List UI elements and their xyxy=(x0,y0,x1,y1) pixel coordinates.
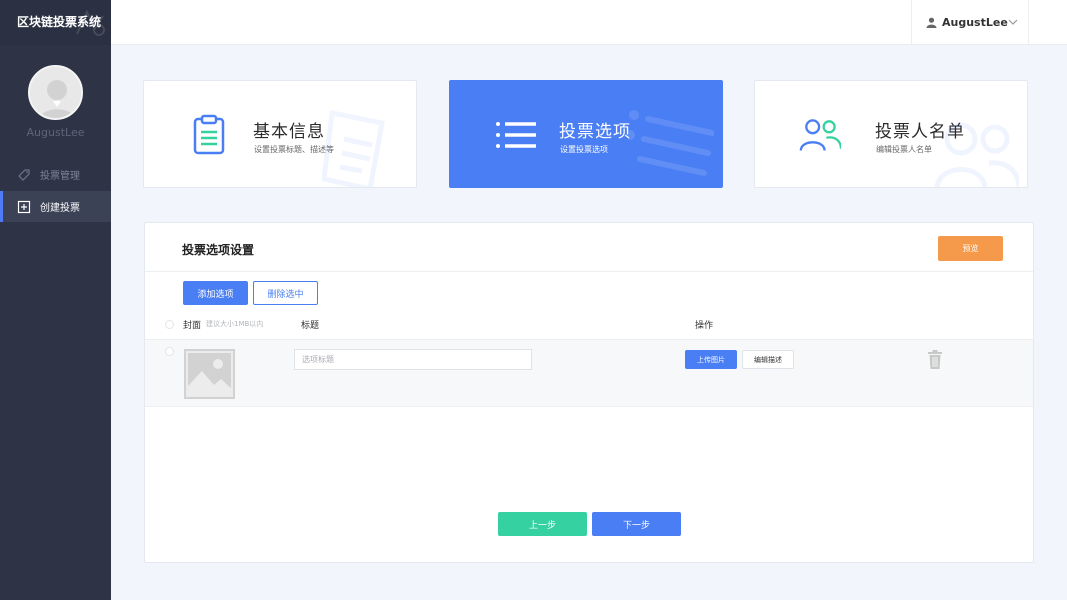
top-header: AugustLee xyxy=(111,0,1067,45)
previous-step-button[interactable]: 上一步 xyxy=(498,512,587,536)
sidebar-item-label: 投票管理 xyxy=(40,171,80,182)
column-header-operations: 操作 xyxy=(695,321,714,331)
step-title: 基本信息 xyxy=(253,122,325,142)
clipboard-icon xyxy=(193,114,225,155)
app-title-bar: 区块链投票系统 xyxy=(0,0,111,45)
sidebar: 区块链投票系统 AugustLee 投票管理 创建投票 xyxy=(0,0,111,600)
sidebar-item-label: 创建投票 xyxy=(40,203,80,214)
column-header-title: 标题 xyxy=(301,321,320,331)
list-watermark-icon xyxy=(628,110,714,176)
username: AugustLee xyxy=(942,16,1008,29)
trash-icon[interactable] xyxy=(927,350,943,369)
users-watermark-icon xyxy=(934,122,1019,187)
user-menu[interactable]: AugustLee xyxy=(911,0,1029,45)
preview-button[interactable]: 预览 xyxy=(938,236,1003,261)
step-card-vote-options[interactable]: 投票选项 设置投票选项 xyxy=(449,80,723,188)
sidebar-item-vote-management[interactable]: 投票管理 xyxy=(0,159,111,190)
step-subtitle: 设置投票选项 xyxy=(560,145,608,154)
chevron-down-icon xyxy=(1008,19,1018,25)
user-icon xyxy=(926,17,937,28)
column-header-cover: 封面 xyxy=(183,321,202,331)
step-subtitle: 编辑投票人名单 xyxy=(876,145,932,154)
document-watermark-icon xyxy=(322,110,385,187)
panel-title: 投票选项设置 xyxy=(182,243,255,257)
sidebar-item-create-vote[interactable]: 创建投票 xyxy=(0,191,111,222)
user-avatar-icon xyxy=(30,67,81,118)
step-card-voter-list[interactable]: 投票人名单 编辑投票人名单 xyxy=(754,80,1028,188)
vote-options-panel: 投票选项设置 预览 添加选项 删除选中 封面 建议大小1MB以内 标题 操作 上… xyxy=(144,222,1034,563)
plus-square-icon xyxy=(17,200,31,213)
next-step-button[interactable]: 下一步 xyxy=(592,512,681,536)
option-title-input[interactable] xyxy=(294,349,532,370)
delete-selected-button[interactable]: 删除选中 xyxy=(253,281,318,305)
step-card-basic-info[interactable]: 基本信息 设置投票标题、描述等 xyxy=(143,80,417,188)
image-placeholder-icon xyxy=(184,349,235,399)
table-row: 上传图片 编辑描述 xyxy=(145,339,1033,407)
step-title: 投票选项 xyxy=(559,122,631,142)
tag-icon xyxy=(18,168,30,181)
cover-image-placeholder[interactable] xyxy=(184,349,235,399)
cover-size-hint: 建议大小1MB以内 xyxy=(206,320,264,328)
brand-watermark-icon xyxy=(76,9,105,36)
select-all-checkbox[interactable] xyxy=(165,320,174,329)
edit-description-button[interactable]: 编辑描述 xyxy=(742,350,794,369)
avatar-username: AugustLee xyxy=(26,126,85,139)
divider xyxy=(145,271,1033,272)
upload-image-button[interactable]: 上传图片 xyxy=(685,350,737,369)
list-icon xyxy=(496,122,536,148)
add-option-button[interactable]: 添加选项 xyxy=(183,281,248,305)
row-checkbox[interactable] xyxy=(165,347,174,356)
table-header: 封面 建议大小1MB以内 标题 操作 xyxy=(145,313,1033,339)
users-icon xyxy=(799,119,841,151)
avatar[interactable] xyxy=(28,65,83,120)
